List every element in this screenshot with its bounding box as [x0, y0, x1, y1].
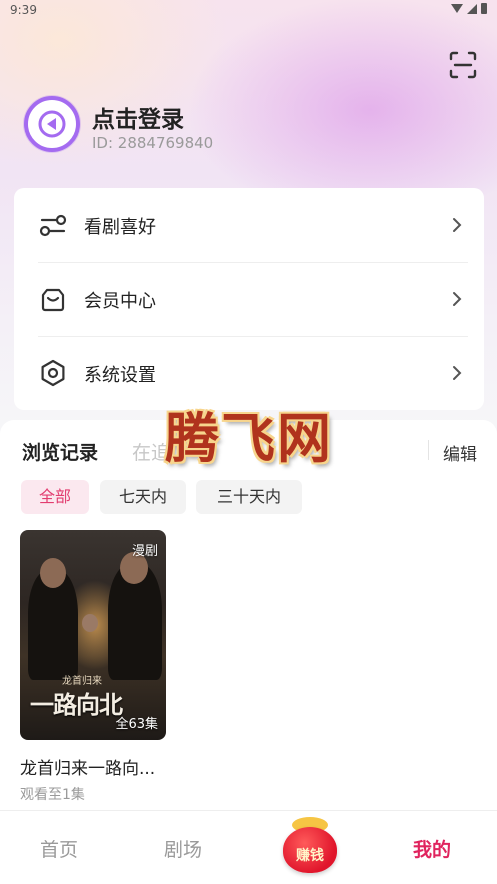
- menu-item-member-center[interactable]: 会员中心: [14, 262, 484, 336]
- nav-earn-label: 赚钱: [296, 848, 324, 864]
- settings-menu: 看剧喜好 会员中心 系统设置: [14, 188, 484, 410]
- user-id: ID: 2884769840: [92, 134, 214, 152]
- menu-item-label: 会员中心: [84, 291, 156, 312]
- bottom-nav: 首页 剧场 赚钱 我的: [0, 810, 497, 884]
- app-logo-icon: [38, 110, 66, 138]
- scan-icon: [449, 51, 477, 79]
- chevron-right-icon: [453, 218, 462, 232]
- tab-browse-history[interactable]: 浏览记录: [22, 438, 98, 465]
- nav-home[interactable]: 首页: [40, 835, 78, 862]
- poster-art: [82, 614, 98, 632]
- drama-poster[interactable]: 龙首归来 一路向北 漫剧 全63集: [20, 530, 166, 740]
- scan-button[interactable]: [445, 47, 481, 83]
- watch-progress: 观看至1集: [20, 787, 85, 803]
- signal-icon: [467, 3, 477, 14]
- nav-earn-money[interactable]: 赚钱: [280, 815, 340, 875]
- filter-seven-days[interactable]: 七天内: [100, 480, 186, 514]
- menu-item-label: 系统设置: [84, 365, 156, 386]
- poster-art: [40, 558, 66, 588]
- drama-title[interactable]: 龙首归来一路向...: [20, 754, 155, 779]
- chevron-right-icon: [453, 366, 462, 380]
- divider: [428, 440, 429, 460]
- member-bag-icon: [41, 288, 65, 312]
- nav-theater[interactable]: 剧场: [164, 835, 202, 862]
- menu-item-viewing-preferences[interactable]: 看剧喜好: [14, 188, 484, 262]
- menu-item-system-settings[interactable]: 系统设置: [14, 336, 484, 410]
- status-icons: [451, 3, 487, 14]
- nav-mine[interactable]: 我的: [413, 835, 451, 862]
- sliders-icon: [39, 214, 67, 237]
- history-section: 浏览记录 在追 编辑 全部 七天内 三十天内 龙首归来 一路向北 漫剧 全63集…: [0, 420, 497, 810]
- watermark: 腾飞网: [165, 406, 333, 470]
- filter-all[interactable]: 全部: [21, 480, 89, 514]
- wifi-icon: [451, 4, 463, 13]
- settings-hexagon-icon: [41, 359, 65, 387]
- episode-count: 全63集: [115, 717, 158, 732]
- status-bar: 9:39: [0, 0, 497, 22]
- poster-tag: 漫剧: [131, 544, 158, 559]
- chevron-right-icon: [453, 292, 462, 306]
- menu-item-label: 看剧喜好: [84, 217, 156, 238]
- status-time: 9:39: [10, 3, 37, 17]
- avatar[interactable]: [24, 96, 80, 152]
- login-link[interactable]: 点击登录: [92, 100, 184, 134]
- battery-icon: [481, 3, 487, 14]
- edit-button[interactable]: 编辑: [443, 440, 477, 465]
- filter-thirty-days[interactable]: 三十天内: [196, 480, 302, 514]
